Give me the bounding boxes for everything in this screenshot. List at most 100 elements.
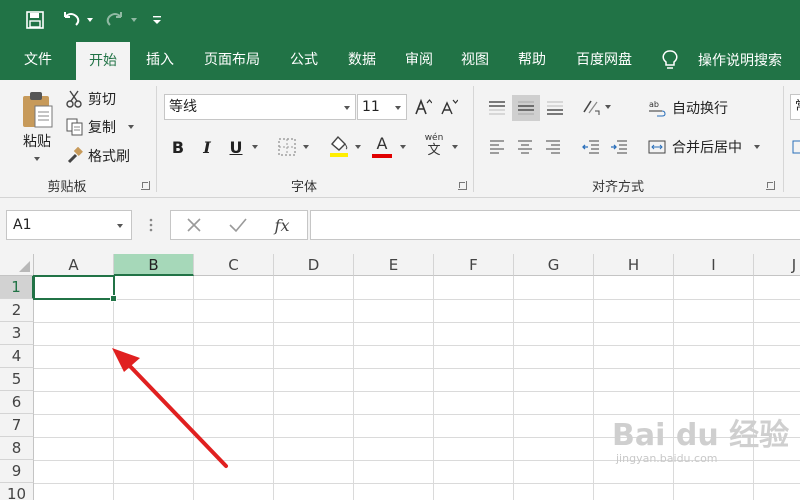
accounting-format-icon[interactable]	[790, 134, 800, 160]
tab-home[interactable]: 开始	[76, 42, 130, 80]
redo-icon[interactable]	[104, 8, 126, 32]
column-header-i[interactable]: I	[674, 254, 754, 276]
tab-insert[interactable]: 插入	[136, 40, 184, 80]
alignment-launcher-icon[interactable]	[766, 181, 775, 190]
bold-button[interactable]: B	[166, 134, 190, 160]
font-size-value: 11	[362, 99, 380, 115]
clipboard-group-label: 剪贴板	[47, 180, 87, 195]
font-size-select[interactable]: 11	[357, 94, 407, 120]
row-header-4[interactable]: 4	[0, 345, 34, 368]
borders-icon[interactable]	[274, 134, 300, 160]
insert-function-icon[interactable]: fx	[269, 212, 295, 238]
row-header-10[interactable]: 10	[0, 483, 34, 500]
increase-font-size-icon[interactable]	[412, 94, 434, 120]
cancel-icon[interactable]	[181, 212, 207, 238]
tab-formulas[interactable]: 公式	[280, 40, 328, 80]
clipboard-launcher-icon[interactable]	[141, 181, 150, 190]
borders-dropdown-icon[interactable]	[300, 134, 312, 160]
copy-button[interactable]: 复制	[66, 116, 134, 138]
name-box[interactable]: A1	[6, 210, 132, 240]
tell-me-search[interactable]: 操作说明搜索	[662, 40, 800, 80]
number-format-select[interactable]: 常	[790, 94, 800, 120]
cut-label: 剪切	[88, 92, 116, 108]
underline-button[interactable]: U	[224, 134, 248, 160]
tab-view[interactable]: 视图	[451, 40, 499, 80]
column-header-b[interactable]: B	[114, 254, 194, 276]
row-header-9[interactable]: 9	[0, 460, 34, 483]
tab-page-layout[interactable]: 页面布局	[194, 40, 270, 80]
decrease-indent-icon[interactable]	[578, 134, 604, 160]
paste-button[interactable]: 粘贴	[14, 84, 60, 168]
orientation-dropdown-icon[interactable]	[603, 94, 613, 120]
tab-help[interactable]: 帮助	[508, 40, 556, 80]
font-color-letter: A	[376, 133, 388, 153]
fill-color-icon[interactable]	[326, 132, 352, 160]
column-header-e[interactable]: E	[354, 254, 434, 276]
column-header-j[interactable]: J	[754, 254, 800, 276]
column-header-a[interactable]: A	[34, 254, 114, 276]
cut-button[interactable]: 剪切	[66, 88, 116, 110]
font-group-label: 字体	[290, 180, 317, 195]
merge-center-label: 合并后居中	[672, 140, 742, 156]
column-header-h[interactable]: H	[594, 254, 674, 276]
tab-review[interactable]: 审阅	[395, 40, 443, 80]
tab-data[interactable]: 数据	[338, 40, 386, 80]
row-header-6[interactable]: 6	[0, 391, 34, 414]
row-header-3[interactable]: 3	[0, 322, 34, 345]
fill-color-dropdown-icon[interactable]	[352, 134, 364, 160]
align-top-icon[interactable]	[484, 95, 510, 121]
column-header-g[interactable]: G	[514, 254, 594, 276]
select-all-button[interactable]	[0, 254, 34, 276]
column-header-d[interactable]: D	[274, 254, 354, 276]
undo-icon[interactable]	[60, 8, 82, 32]
font-name-value: 等线	[169, 99, 197, 115]
row-header-2[interactable]: 2	[0, 299, 34, 322]
customize-qat-icon[interactable]	[150, 8, 164, 32]
merge-center-button[interactable]: 合并后居中	[648, 135, 760, 159]
formula-input[interactable]	[310, 210, 800, 240]
copy-icon	[66, 118, 83, 136]
font-color-dropdown-icon[interactable]	[397, 134, 409, 160]
row-header-1[interactable]: 1	[0, 276, 34, 299]
alignment-group-label: 对齐方式	[591, 180, 644, 195]
format-painter-label: 格式刷	[88, 149, 130, 165]
row-header-7[interactable]: 7	[0, 414, 34, 437]
lightbulb-icon	[662, 50, 678, 69]
active-cell-a1[interactable]	[33, 275, 117, 302]
enter-icon[interactable]	[225, 212, 251, 238]
more-options-icon[interactable]	[144, 210, 158, 240]
align-right-icon[interactable]	[540, 134, 566, 160]
phonetic-guide-icon[interactable]: wén 文	[420, 132, 448, 160]
svg-text:ab: ab	[649, 100, 659, 109]
italic-button[interactable]: I	[195, 134, 219, 160]
title-bar	[0, 0, 800, 40]
orientation-icon[interactable]	[578, 94, 604, 120]
align-bottom-icon[interactable]	[542, 95, 568, 121]
wrap-text-button[interactable]: ab 自动换行	[648, 96, 728, 120]
underline-dropdown-icon[interactable]	[249, 134, 261, 160]
font-name-select[interactable]: 等线	[164, 94, 356, 120]
font-color-icon[interactable]: A	[369, 132, 395, 160]
column-header-f[interactable]: F	[434, 254, 514, 276]
tab-baidu-netdisk[interactable]: 百度网盘	[566, 40, 642, 80]
font-launcher-icon[interactable]	[458, 181, 467, 190]
save-icon[interactable]	[24, 8, 46, 32]
decrease-font-size-icon[interactable]	[438, 94, 460, 120]
column-header-c[interactable]: C	[194, 254, 274, 276]
align-middle-icon[interactable]	[512, 95, 540, 121]
increase-indent-icon[interactable]	[606, 134, 632, 160]
undo-dropdown-icon[interactable]	[85, 8, 95, 32]
phonetic-dropdown-icon[interactable]	[449, 134, 461, 160]
wrap-text-label: 自动换行	[672, 101, 728, 117]
redo-dropdown-icon[interactable]	[129, 8, 139, 32]
copy-label: 复制	[88, 120, 116, 136]
clipboard-icon	[23, 92, 53, 128]
format-painter-button[interactable]: 格式刷	[66, 145, 130, 167]
formula-bar: A1 fx	[0, 198, 800, 254]
merge-center-icon	[648, 140, 666, 154]
tab-file[interactable]: 文件	[10, 40, 66, 80]
row-header-5[interactable]: 5	[0, 368, 34, 391]
align-center-icon[interactable]	[512, 134, 538, 160]
row-header-8[interactable]: 8	[0, 437, 34, 460]
align-left-icon[interactable]	[484, 134, 510, 160]
